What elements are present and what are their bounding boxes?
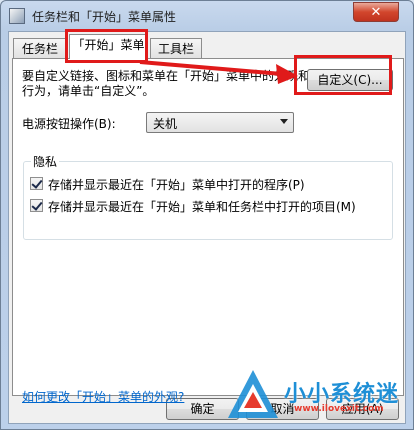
watermark-logo-icon: [228, 370, 278, 418]
arrow-shaft: [139, 60, 283, 76]
watermark-url: www.ilovexit.com: [294, 404, 384, 414]
site-watermark: 小小系统迷 www.ilovexit.com: [222, 362, 414, 430]
arrow-head: [276, 64, 298, 84]
